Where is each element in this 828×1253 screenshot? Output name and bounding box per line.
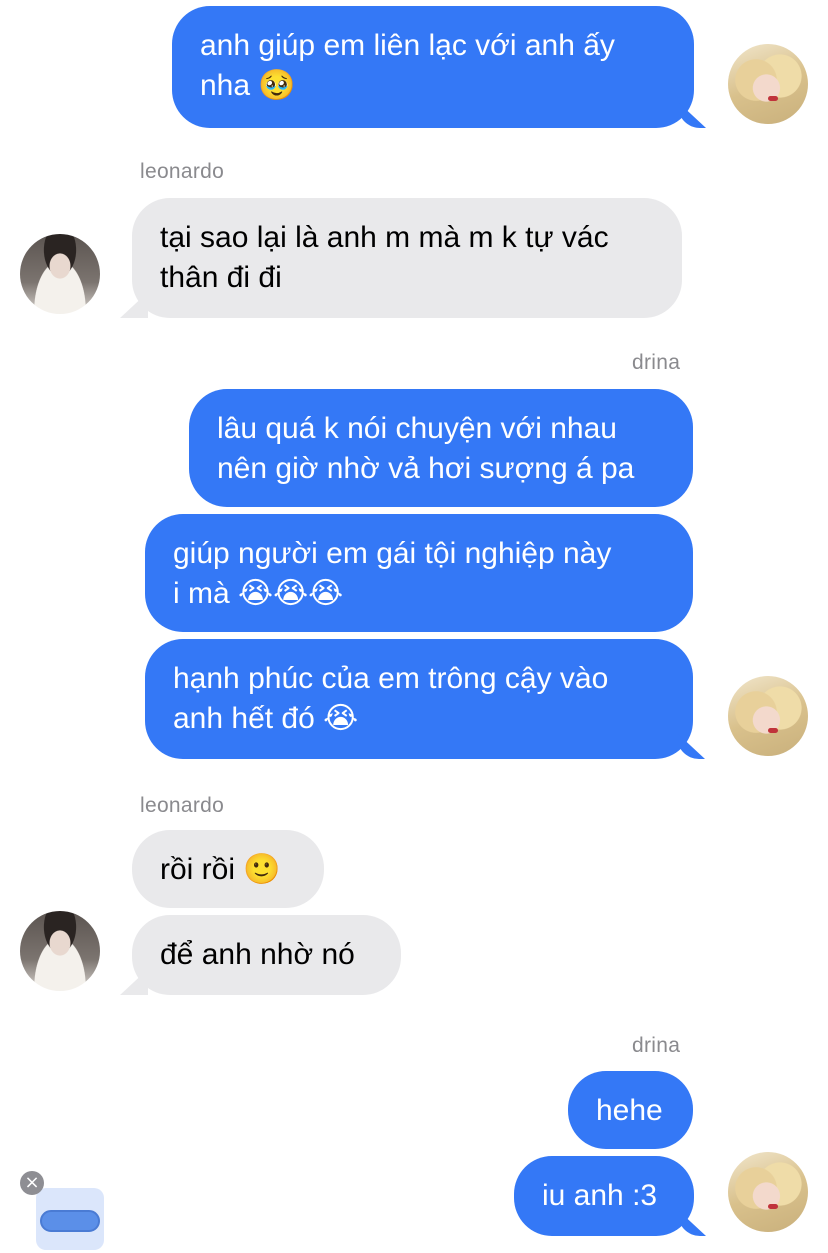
sender-name-leonardo: leonardo: [140, 160, 225, 183]
avatar-drina[interactable]: [728, 44, 808, 124]
avatar-leonardo[interactable]: [20, 234, 100, 314]
message-bubble-outgoing[interactable]: iu anh :3: [514, 1156, 694, 1236]
close-icon[interactable]: ×: [20, 1171, 44, 1195]
toggle-pill-icon: [40, 1210, 100, 1232]
avatar-drina[interactable]: [728, 676, 808, 756]
message-bubble-incoming[interactable]: để anh nhờ nó: [132, 915, 401, 995]
sender-name-drina: drina: [632, 351, 681, 374]
message-bubble-outgoing[interactable]: hạnh phúc của em trông cậy vào anh hết đ…: [145, 639, 693, 759]
floating-widget[interactable]: [36, 1188, 104, 1250]
message-bubble-outgoing[interactable]: hehe: [568, 1071, 693, 1149]
sender-name-leonardo: leonardo: [140, 794, 225, 817]
message-bubble-outgoing[interactable]: anh giúp em liên lạc với anh ấy nha 🥹: [172, 6, 694, 128]
avatar-leonardo[interactable]: [20, 911, 100, 991]
message-bubble-outgoing[interactable]: lâu quá k nói chuyện với nhau nên giờ nh…: [189, 389, 693, 507]
message-bubble-incoming[interactable]: tại sao lại là anh m mà m k tự vác thân …: [132, 198, 682, 318]
message-bubble-outgoing[interactable]: giúp người em gái tội nghiệp này i mà 😭😭…: [145, 514, 693, 632]
message-bubble-incoming[interactable]: rồi rồi 🙂: [132, 830, 324, 908]
sender-name-drina: drina: [632, 1034, 681, 1057]
avatar-drina[interactable]: [728, 1152, 808, 1232]
